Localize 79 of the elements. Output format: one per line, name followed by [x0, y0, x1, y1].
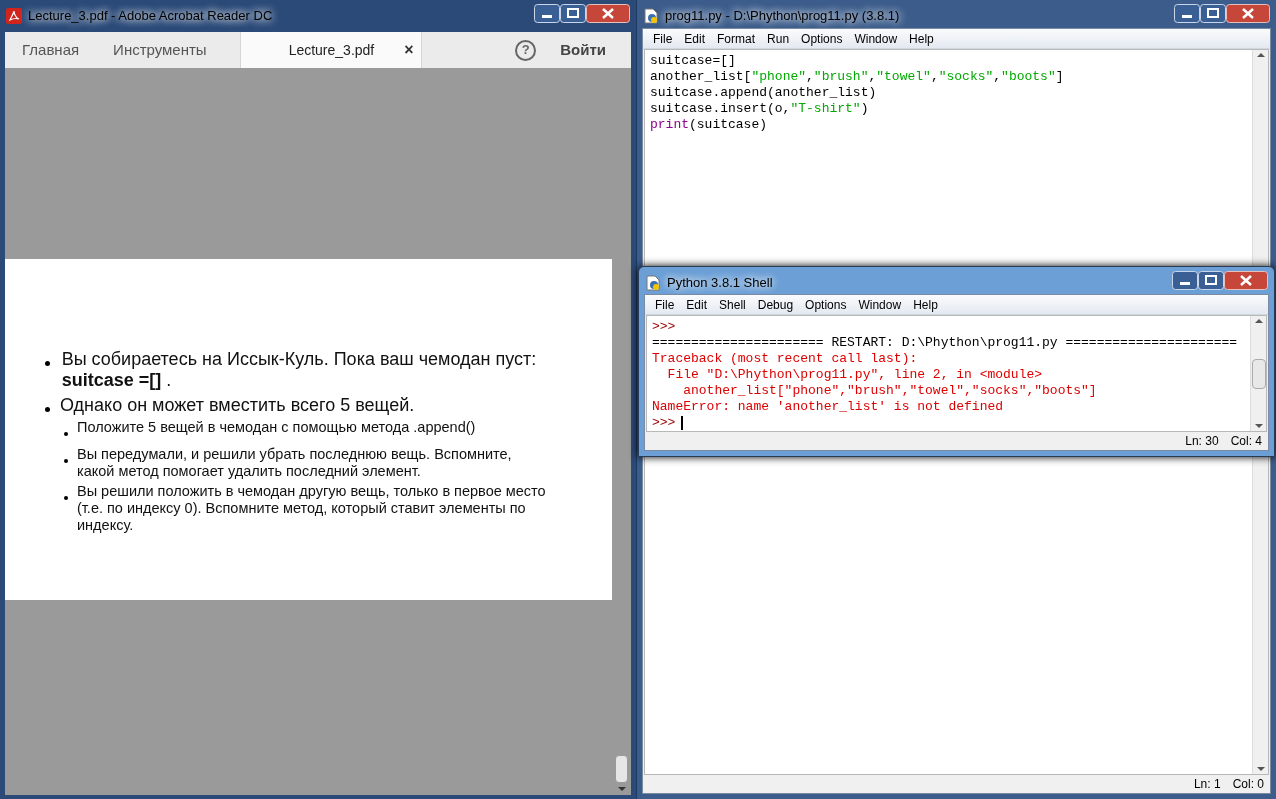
- menu-item[interactable]: File: [649, 295, 681, 314]
- menu-item[interactable]: Window: [852, 295, 908, 314]
- slide-text: Вы решили положить в чемодан другую вещь, только в первое место (т.е. по индексу 0). Вспомните метод, который ставит элементы по индексу.: [77, 483, 547, 534]
- code-text: print: [650, 116, 689, 135]
- scrollbar[interactable]: [613, 755, 630, 791]
- sign-in-button[interactable]: Войти: [560, 38, 606, 62]
- status-text: Ln: 30: [1185, 433, 1219, 450]
- code-text: "T-shirt": [790, 100, 861, 119]
- code-text: ,: [930, 68, 939, 87]
- code-text: ,: [868, 68, 877, 87]
- close-button[interactable]: [1224, 271, 1268, 290]
- close-button[interactable]: [586, 4, 630, 23]
- code-text: "towel": [876, 68, 931, 87]
- menu-item[interactable]: Edit: [678, 29, 712, 48]
- menu-item[interactable]: Format: [711, 29, 762, 48]
- bullet-icon: [64, 496, 68, 500]
- menu-item[interactable]: Window: [848, 29, 904, 48]
- maximize-button[interactable]: [1198, 271, 1224, 290]
- scroll-up-icon[interactable]: [1256, 53, 1265, 57]
- file-icon[interactable]: [645, 274, 661, 291]
- tab[interactable]: Главная: [5, 32, 97, 68]
- slide-text: Положите 5 вещей в чемодан с помощью метода .append(): [77, 419, 476, 437]
- code-text: >>>: [652, 414, 676, 433]
- menu-item[interactable]: Options: [799, 295, 853, 314]
- code-text: NameError: name 'another_list' is not defined: [652, 398, 1004, 417]
- bullet-icon: [45, 361, 50, 366]
- menu-item[interactable]: Help: [907, 295, 944, 314]
- code-text: ): [860, 100, 869, 119]
- code-text: >>>: [652, 318, 676, 337]
- window-title: Lecture_3.pdf - Adobe Acrobat Reader DC: [28, 7, 273, 25]
- pdf-icon[interactable]: [6, 7, 22, 24]
- bullet-icon: [64, 459, 68, 463]
- code-text: suitcase.insert(o,: [650, 100, 791, 119]
- maximize-button[interactable]: [560, 4, 586, 23]
- tab[interactable]: Lecture_3.pdf ×: [239, 32, 422, 68]
- scrollbar[interactable]: [1250, 316, 1266, 431]
- status-text: Col: 4: [1230, 433, 1262, 450]
- code-text: "socks": [938, 68, 994, 87]
- code-text: ,: [993, 68, 1002, 87]
- code-text: File "D:\Phython\prog11.py", line 2, in <module>: [666, 366, 1043, 385]
- code-text: "phone": [751, 68, 807, 87]
- bullet-icon: [45, 407, 50, 412]
- slide-text: Вы передумали, и решили убрать последнюю вещь. Вспомните, какой метод помогает удалить последний элемент.: [77, 446, 513, 480]
- code-text: "boots": [1001, 68, 1056, 87]
- code-text: "brush": [813, 68, 869, 87]
- close-tab-button[interactable]: ×: [404, 38, 414, 62]
- help-button[interactable]: ?: [515, 39, 537, 61]
- scroll-down-icon[interactable]: [1256, 767, 1265, 771]
- window-title: prog11.py - D:\Phython\prog11.py (3.8.1): [665, 7, 900, 25]
- code-text: ]: [1055, 68, 1064, 87]
- code-text: ,: [806, 68, 814, 87]
- tab[interactable]: Инструменты: [96, 32, 224, 68]
- menu-item[interactable]: Run: [761, 29, 796, 48]
- status-text: Ln: 1: [1193, 776, 1221, 793]
- status-text: Col: 0: [1232, 776, 1264, 793]
- code-text: suitcase=[]: [650, 52, 736, 71]
- menu-item[interactable]: File: [647, 29, 679, 48]
- code-text: (suitcase): [689, 116, 768, 135]
- code-text: another_list["phone","brush","towel","socks","boots"]: [682, 382, 1097, 401]
- bullet-icon: [64, 432, 68, 436]
- window-title: Python 3.8.1 Shell: [667, 274, 773, 292]
- slide-text: Однако он может вместить всего 5 вещей.: [60, 395, 416, 416]
- code-text: another_list[: [650, 68, 752, 87]
- text-cursor: [681, 416, 684, 430]
- menu-item[interactable]: Help: [903, 29, 940, 48]
- minimize-button[interactable]: [1172, 271, 1198, 290]
- code-text: ====================== RESTART: D:\Phython\prog11.py ======================: [652, 334, 1238, 353]
- code-text: Traceback (most recent call last):: [652, 350, 918, 369]
- menu-item[interactable]: Edit: [680, 295, 714, 314]
- menu-item[interactable]: Options: [795, 29, 849, 48]
- menu-item[interactable]: Shell: [713, 295, 752, 314]
- file-icon[interactable]: [643, 7, 659, 24]
- menu-item[interactable]: Debug: [751, 295, 800, 314]
- minimize-button[interactable]: [1174, 4, 1200, 23]
- close-button[interactable]: [1226, 4, 1270, 23]
- slide-text: Вы собираетесь на Иссык-Куль. Пока ваш чемодан пуст: suitcase =[] .: [61, 349, 538, 391]
- minimize-button[interactable]: [534, 4, 560, 23]
- maximize-button[interactable]: [1200, 4, 1226, 23]
- code-text: suitcase.append(another_list): [650, 84, 877, 103]
